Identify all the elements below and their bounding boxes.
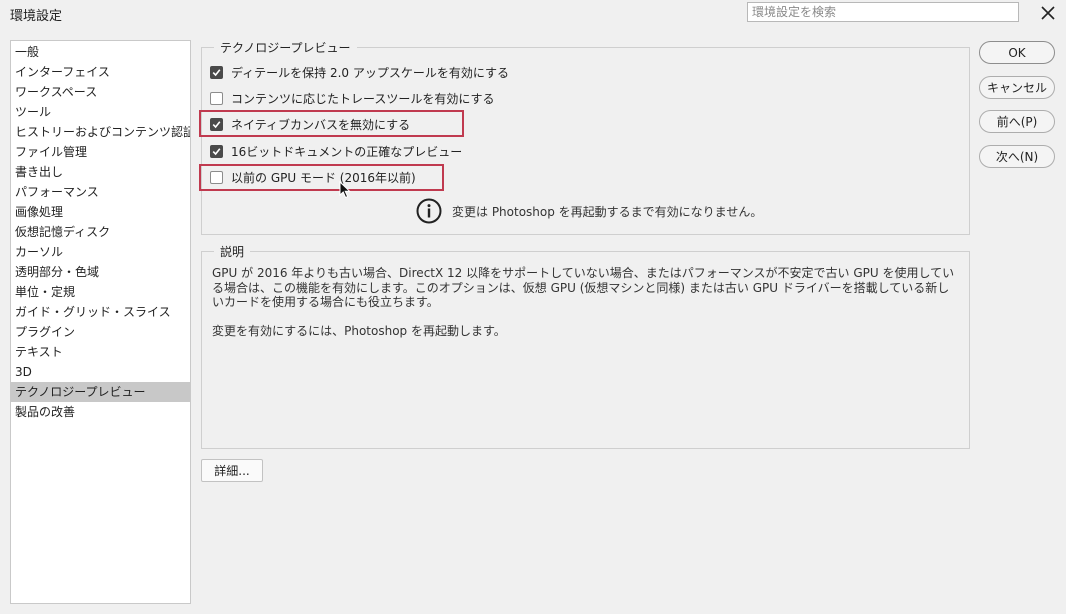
tech-preview-legend: テクノロジープレビュー [214,39,357,56]
tech-preview-group: テクノロジープレビュー ディテールを保持 2.0 アップスケールを有効にする コ… [201,39,970,235]
description-text: GPU が 2016 年よりも古い場合、DirectX 12 以降をサポートして… [212,266,957,352]
sidebar-item-export[interactable]: 書き出し [11,162,190,182]
option-content-aware-tracing[interactable]: コンテンツに応じたトレースツールを有効にする [210,89,495,107]
checkbox-detail-upscale[interactable] [210,65,223,79]
option-label: 以前の GPU モード (2016年以前) [231,170,416,185]
option-legacy-gpu-mode[interactable]: 以前の GPU モード (2016年以前) [210,168,416,186]
sidebar-item-general[interactable]: 一般 [11,42,190,62]
restart-notice: 変更は Photoshop を再起動するまで有効になりません。 [416,198,762,224]
checkmark-icon [212,147,221,155]
checkbox-disable-native-canvas[interactable] [210,117,223,131]
sidebar-item-plugins[interactable]: プラグイン [11,322,190,342]
option-detail-upscale[interactable]: ディテールを保持 2.0 アップスケールを有効にする [210,63,509,81]
description-group: 説明 GPU が 2016 年よりも古い場合、DirectX 12 以降をサポー… [201,243,970,449]
sidebar-item-product-improvement[interactable]: 製品の改善 [11,402,190,422]
sidebar-item-interface[interactable]: インターフェイス [11,62,190,82]
checkbox-legacy-gpu-mode[interactable] [210,170,223,184]
sidebar-item-units-rulers[interactable]: 単位・定規 [11,282,190,302]
sidebar-item-3d[interactable]: 3D [11,362,190,382]
sidebar-item-type[interactable]: テキスト [11,342,190,362]
sidebar: 一般 インターフェイス ワークスペース ツール ヒストリーおよびコンテンツ認証情… [10,40,191,604]
sidebar-item-performance[interactable]: パフォーマンス [11,182,190,202]
option-label: コンテンツに応じたトレースツールを有効にする [231,91,495,106]
sidebar-item-scratch-disks[interactable]: 仮想記憶ディスク [11,222,190,242]
prev-button[interactable]: 前へ(P) [979,110,1055,133]
sidebar-item-file-handling[interactable]: ファイル管理 [11,142,190,162]
sidebar-item-guides-grid[interactable]: ガイド・グリッド・スライス [11,302,190,322]
sidebar-item-history[interactable]: ヒストリーおよびコンテンツ認証情報 [11,122,190,142]
ok-button[interactable]: OK [979,41,1055,64]
close-icon [1041,6,1055,20]
sidebar-item-cursors[interactable]: カーソル [11,242,190,262]
restart-note: 変更は Photoshop を再起動するまで有効になりません。 [452,204,763,219]
info-icon [416,198,442,224]
cancel-button[interactable]: キャンセル [979,76,1055,99]
sidebar-item-workspace[interactable]: ワークスペース [11,82,190,102]
mouse-cursor-icon [339,181,351,199]
sidebar-item-image-processing[interactable]: 画像処理 [11,202,190,222]
checkbox-content-aware-tracing[interactable] [210,91,223,105]
description-paragraph: GPU が 2016 年よりも古い場合、DirectX 12 以降をサポートして… [212,266,955,309]
option-label: 16ビットドキュメントの正確なプレビュー [231,144,463,159]
checkmark-icon [212,120,221,128]
checkbox-16bit-preview[interactable] [210,144,223,158]
description-legend: 説明 [214,243,251,260]
option-label: ネイティブカンバスを無効にする [231,117,411,132]
sidebar-item-tools[interactable]: ツール [11,102,190,122]
description-paragraph: 変更を有効にするには、Photoshop を再起動します。 [212,323,506,338]
window-title: 環境設定 [10,9,63,24]
sidebar-item-technology-previews[interactable]: テクノロジープレビュー [11,382,190,402]
option-disable-native-canvas[interactable]: ネイティブカンバスを無効にする [210,115,410,133]
checkmark-icon [212,68,221,76]
close-button[interactable] [1036,2,1060,24]
details-button[interactable]: 詳細... [201,459,263,482]
option-label: ディテールを保持 2.0 アップスケールを有効にする [231,65,509,80]
sidebar-item-transparency[interactable]: 透明部分・色域 [11,262,190,282]
search-input[interactable] [747,2,1019,22]
option-16bit-preview[interactable]: 16ビットドキュメントの正確なプレビュー [210,142,462,160]
next-button[interactable]: 次へ(N) [979,145,1055,168]
